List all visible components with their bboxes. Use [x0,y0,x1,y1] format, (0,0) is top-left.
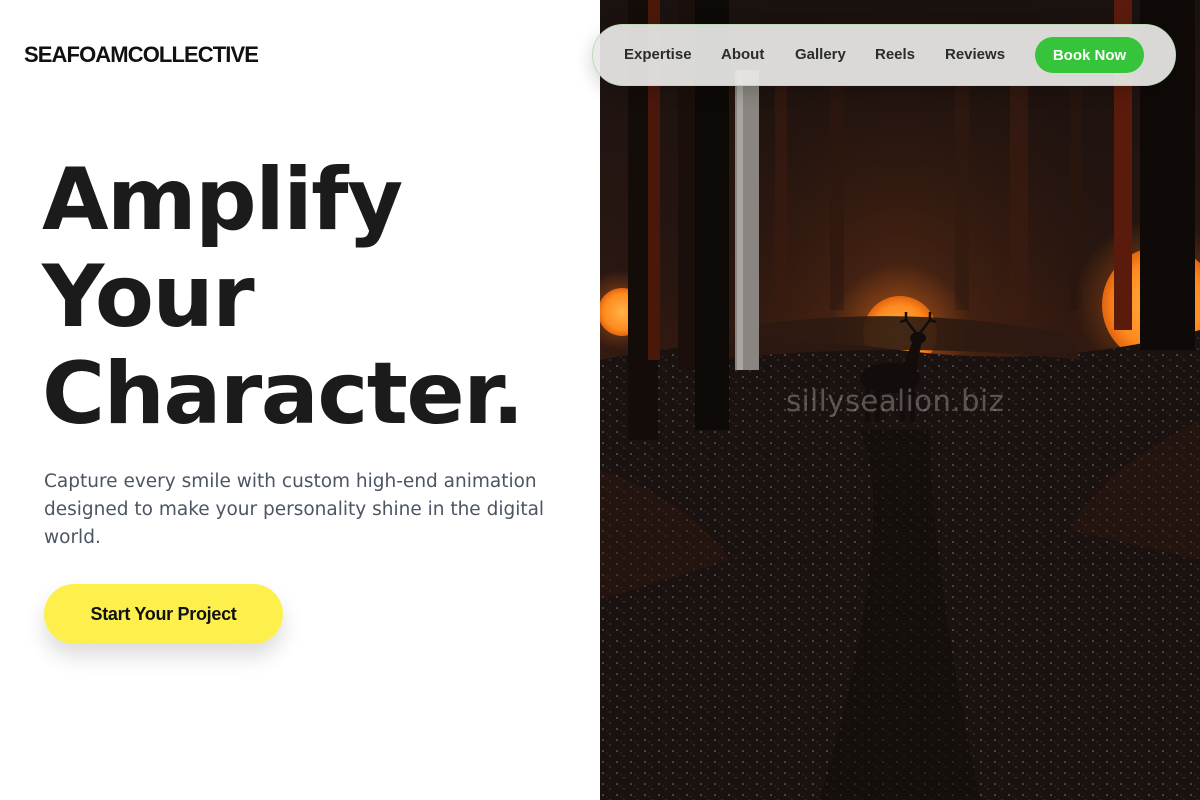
hero-headline: Amplify Your Character. [42,152,582,443]
start-project-button[interactable]: Start Your Project [44,584,283,644]
hero-left-panel: SEAFOAMCOLLECTIVE Amplify Your Character… [0,0,600,800]
hero-subtext: Capture every smile with custom high-end… [44,471,545,548]
headline-line-3: Character. [42,344,525,444]
nav-item-reels[interactable]: Reels [875,46,915,63]
top-navigation: Expertise About Gallery Reels Reviews Bo… [592,24,1176,86]
nav-item-about[interactable]: About [721,46,764,63]
nav-item-reviews[interactable]: Reviews [945,46,1005,63]
nav-item-expertise[interactable]: Expertise [624,46,692,63]
brand-logo[interactable]: SEAFOAMCOLLECTIVE [24,42,259,68]
image-watermark: sillysealion.biz [786,384,1005,418]
headline-line-1: Amplify [42,150,403,250]
nav-item-gallery[interactable]: Gallery [795,46,846,63]
headline-line-2: Your [42,247,255,347]
book-now-button[interactable]: Book Now [1035,37,1144,73]
